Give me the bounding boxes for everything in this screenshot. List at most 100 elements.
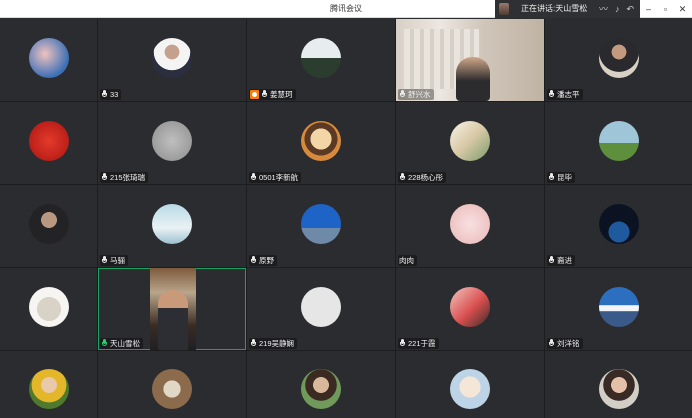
participant-name: 228杨心彤 bbox=[408, 173, 444, 182]
participant-name-bar: 0501李新航 bbox=[249, 172, 302, 183]
avatar bbox=[301, 287, 341, 327]
avatar bbox=[28, 368, 69, 409]
participant-name: 0501李新航 bbox=[259, 173, 299, 182]
participant-video-tile-active[interactable]: 天山雪松 bbox=[98, 268, 246, 350]
mic-icon bbox=[399, 339, 406, 348]
participant-name-bar: 33 bbox=[100, 89, 122, 100]
avatar bbox=[599, 287, 639, 327]
participant-name: 潘志平 bbox=[557, 90, 580, 99]
participant-tile[interactable] bbox=[545, 351, 692, 418]
mic-icon[interactable]: ♪ bbox=[615, 0, 620, 18]
participant-tile[interactable] bbox=[0, 268, 97, 350]
mic-icon bbox=[548, 173, 555, 182]
mic-icon bbox=[399, 90, 406, 99]
avatar bbox=[599, 121, 639, 161]
participant-name-bar: 原野 bbox=[249, 255, 277, 266]
participant-video-tile[interactable]: 舒兴水 bbox=[396, 19, 544, 101]
participant-tile[interactable]: 潘志平 bbox=[545, 19, 692, 101]
avatar bbox=[28, 121, 69, 161]
video-feed bbox=[150, 268, 196, 350]
participant-name-bar: 刘洋铭 bbox=[547, 338, 583, 349]
participant-name: 马骊 bbox=[110, 256, 125, 265]
participant-tile[interactable]: 刘洋铭 bbox=[545, 268, 692, 350]
participant-name-bar: 219吴静娴 bbox=[249, 338, 298, 349]
video-person bbox=[456, 57, 490, 101]
avatar bbox=[152, 38, 192, 78]
participant-name-bar: 221于霞 bbox=[398, 338, 439, 349]
participant-tile[interactable] bbox=[0, 185, 97, 267]
speaking-label: 正在讲话: bbox=[521, 4, 556, 13]
participant-name-bar: 天山雪松 bbox=[100, 338, 143, 349]
avatar bbox=[599, 368, 639, 409]
avatar bbox=[450, 204, 490, 244]
avatar bbox=[28, 287, 69, 327]
avatar bbox=[450, 287, 490, 327]
participant-tile[interactable]: 219吴静娴 bbox=[247, 268, 395, 350]
participant-tile[interactable]: 姜慧珂 bbox=[247, 19, 395, 101]
participant-tile[interactable]: 228杨心彤 bbox=[396, 102, 544, 184]
avatar bbox=[599, 204, 639, 244]
maximize-icon[interactable]: ▫ bbox=[657, 0, 674, 18]
avatar bbox=[152, 121, 192, 161]
participant-tile[interactable] bbox=[0, 19, 97, 101]
participant-tile[interactable]: 221于霞 bbox=[396, 268, 544, 350]
mic-icon bbox=[399, 173, 406, 182]
mic-icon bbox=[548, 256, 555, 265]
participant-name: 天山雪松 bbox=[110, 339, 140, 348]
participant-tile[interactable]: 原野 bbox=[247, 185, 395, 267]
participant-tile[interactable] bbox=[247, 351, 395, 418]
participant-grid: 33 姜慧珂 舒兴水 潘志平 215张琦瑞 0501李新航 228杨心彤 昆毕 … bbox=[0, 19, 692, 418]
participant-name: 裔进 bbox=[557, 256, 572, 265]
avatar bbox=[152, 368, 192, 409]
mic-icon bbox=[101, 173, 108, 182]
participant-name-bar: 裔进 bbox=[547, 255, 575, 266]
participant-name: 215张琦瑞 bbox=[110, 173, 146, 182]
participant-tile[interactable] bbox=[396, 351, 544, 418]
mic-icon bbox=[548, 339, 555, 348]
video-person bbox=[158, 290, 188, 350]
participant-name: 刘洋铭 bbox=[557, 339, 580, 348]
participant-tile[interactable]: 马骊 bbox=[98, 185, 246, 267]
speaking-indicator[interactable]: 正在讲话: 天山雪松 〰 ♪ ↶ bbox=[495, 0, 640, 18]
participant-tile[interactable]: 0501李新航 bbox=[247, 102, 395, 184]
participant-name-bar: 肉肉 bbox=[398, 255, 417, 266]
avatar bbox=[450, 368, 490, 409]
minimize-icon[interactable]: – bbox=[640, 0, 657, 18]
participant-name: 舒兴水 bbox=[408, 90, 431, 99]
title-bar: 腾讯会议 正在讲话: 天山雪松 〰 ♪ ↶ – ▫ ✕ bbox=[0, 0, 692, 18]
participant-name-bar: 舒兴水 bbox=[398, 89, 434, 100]
speaking-name: 天山雪松 bbox=[555, 4, 588, 13]
participant-tile[interactable]: 裔进 bbox=[545, 185, 692, 267]
participant-tile[interactable] bbox=[0, 102, 97, 184]
participant-name: 原野 bbox=[259, 256, 274, 265]
back-icon[interactable]: ↶ bbox=[626, 0, 634, 18]
avatar bbox=[450, 121, 490, 161]
close-icon[interactable]: ✕ bbox=[674, 0, 691, 18]
participant-tile[interactable]: 33 bbox=[98, 19, 246, 101]
participant-tile[interactable]: 昆毕 bbox=[545, 102, 692, 184]
participant-name: 姜慧珂 bbox=[270, 90, 293, 99]
avatar bbox=[28, 204, 69, 244]
participant-name-bar: 215张琦瑞 bbox=[100, 172, 149, 183]
participant-tile[interactable] bbox=[0, 351, 97, 418]
voice-wave-icon: 〰 bbox=[598, 4, 608, 14]
speaker-avatar bbox=[499, 3, 509, 15]
participant-name: 221于霞 bbox=[408, 339, 436, 348]
avatar bbox=[599, 38, 639, 78]
avatar bbox=[301, 368, 341, 409]
mic-icon bbox=[250, 173, 257, 182]
mic-icon bbox=[250, 339, 257, 348]
participant-name: 肉肉 bbox=[399, 256, 414, 265]
mic-active-icon bbox=[101, 339, 108, 348]
avatar bbox=[28, 38, 69, 78]
mic-icon bbox=[548, 90, 555, 99]
avatar bbox=[301, 121, 341, 161]
participant-name-bar: 姜慧珂 bbox=[249, 89, 296, 100]
mic-icon bbox=[261, 90, 268, 99]
avatar bbox=[301, 38, 341, 78]
participant-name-bar: 昆毕 bbox=[547, 172, 575, 183]
participant-tile[interactable]: 215张琦瑞 bbox=[98, 102, 246, 184]
participant-name: 昆毕 bbox=[557, 173, 572, 182]
participant-tile[interactable] bbox=[98, 351, 246, 418]
participant-tile[interactable]: 肉肉 bbox=[396, 185, 544, 267]
